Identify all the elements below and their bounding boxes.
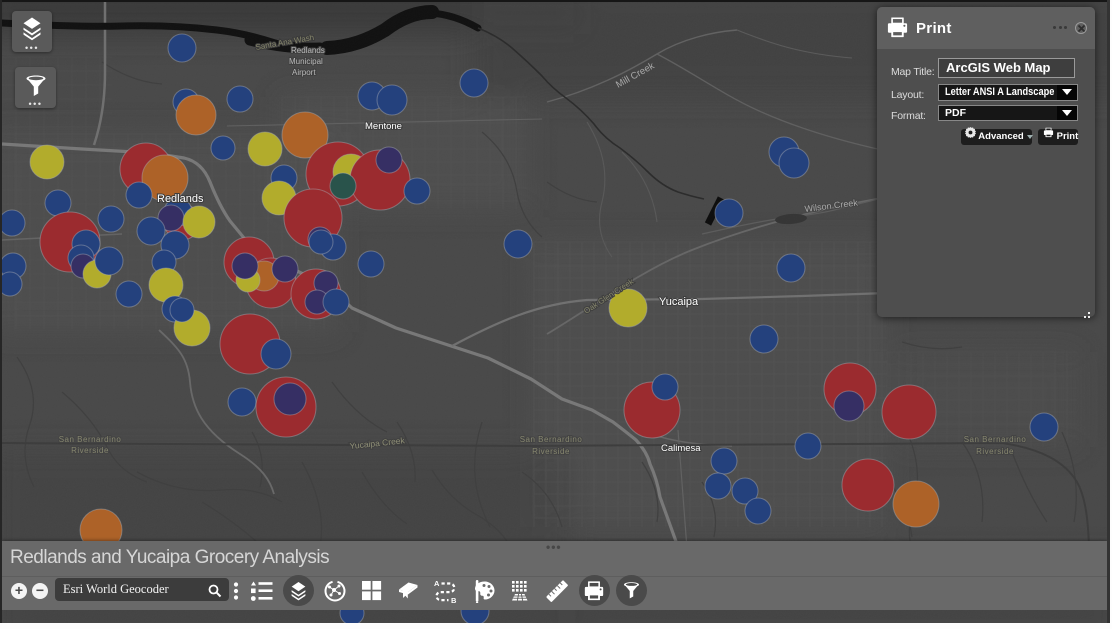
svg-text:Airport: Airport xyxy=(292,68,316,77)
svg-text:Municipal: Municipal xyxy=(289,57,323,66)
svg-text:San Bernardino: San Bernardino xyxy=(964,435,1027,444)
svg-text:Calimesa: Calimesa xyxy=(661,443,701,454)
svg-text:Redlands: Redlands xyxy=(157,193,204,205)
svg-text:Redlands: Redlands xyxy=(291,46,325,55)
svg-text:San Bernardino: San Bernardino xyxy=(520,435,583,444)
svg-text:A: A xyxy=(434,579,440,588)
svg-text:Mentone: Mentone xyxy=(365,121,402,132)
svg-text:B: B xyxy=(451,596,457,604)
svg-text:Riverside: Riverside xyxy=(532,447,570,456)
svg-text:San Bernardino: San Bernardino xyxy=(59,435,122,444)
svg-text:Yucaipa: Yucaipa xyxy=(659,296,699,308)
svg-text:Riverside: Riverside xyxy=(71,446,109,455)
svg-text:Riverside: Riverside xyxy=(976,447,1014,456)
